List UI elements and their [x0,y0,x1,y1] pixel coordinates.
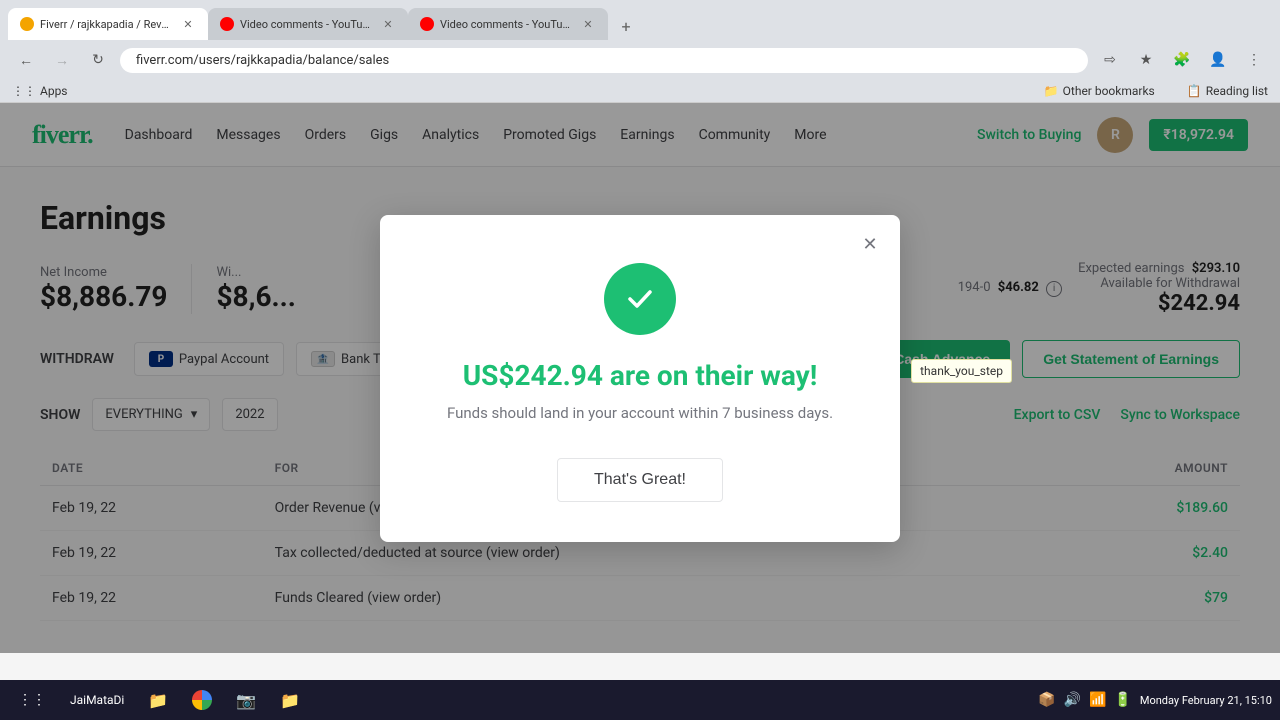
tab-close-3[interactable]: ✕ [580,16,596,32]
bookmark-apps[interactable]: ⋮⋮ Apps [12,84,68,98]
dropbox-icon[interactable]: 📦 [1038,692,1055,708]
files-icon: 📁 [280,691,300,710]
apps-icon: ⋮⋮ [12,84,36,98]
reading-list-icon: 📋 [1187,84,1202,98]
chrome-icon [192,690,212,710]
time-display: Monday February 21, 15:10 [1140,694,1272,707]
browser-chrome: Fiverr / rajkkapadia / Revenu... ✕ Video… [0,0,1280,103]
tab-title-1: Fiverr / rajkkapadia / Revenu... [40,18,174,31]
apps-label: Apps [40,84,68,98]
browser-tabs: Fiverr / rajkkapadia / Revenu... ✕ Video… [0,0,1280,40]
tab-favicon-2 [220,17,234,31]
modal-title: US$242.94 are on their way! [420,359,860,392]
account-icon[interactable]: 👤 [1204,46,1232,74]
modal-overlay[interactable]: ✕ US$242.94 are on their way! Funds shou… [0,103,1280,653]
grid-icon: ⋮⋮ [18,692,46,708]
taskbar-start-grid[interactable]: ⋮⋮ [8,688,56,712]
folder-icon: 📁 [1044,84,1059,98]
tab-favicon-3 [420,17,434,31]
taskbar-username: JaiMataDi [70,693,124,707]
tab-favicon-1 [20,17,34,31]
cast-icon[interactable]: ⇨ [1096,46,1124,74]
speaker-icon[interactable]: 🔊 [1064,692,1081,708]
taskbar-files[interactable]: 📁 [270,687,310,714]
camera-icon: 📷 [236,691,256,710]
other-bookmarks-label: Other bookmarks [1063,84,1155,98]
browser-tab-1[interactable]: Fiverr / rajkkapadia / Revenu... ✕ [8,8,208,40]
menu-icon[interactable]: ⋮ [1240,46,1268,74]
bookmark-icon[interactable]: ★ [1132,46,1160,74]
reading-list-link[interactable]: 📋 Reading list [1187,84,1268,98]
bookmarks-bar: ⋮⋮ Apps 📁 Other bookmarks 📋 Reading list [0,80,1280,103]
back-button[interactable]: ← [12,46,40,74]
tab-title-3: Video comments - YouTube S... [440,18,574,31]
thats-great-button[interactable]: That's Great! [557,458,723,502]
taskbar: ⋮⋮ JaiMataDi 📁 📷 📁 📦 🔊 📶 🔋 Monday Februa… [0,680,1280,720]
clock: Monday February 21, 15:10 [1140,694,1272,707]
other-bookmarks-link[interactable]: 📁 Other bookmarks [1044,84,1155,98]
browser-nav-bar: ← → ↻ fiverr.com/users/rajkkapadia/balan… [0,40,1280,80]
new-tab-button[interactable]: + [612,12,640,40]
taskbar-user[interactable]: JaiMataDi [60,689,134,711]
folder-icon: 📁 [148,691,168,710]
reading-list-label: Reading list [1206,84,1268,98]
battery-icon[interactable]: 🔋 [1114,692,1131,708]
tab-close-2[interactable]: ✕ [380,16,396,32]
modal: ✕ US$242.94 are on their way! Funds shou… [380,215,900,542]
address-bar[interactable]: fiverr.com/users/rajkkapadia/balance/sal… [120,48,1088,73]
reload-button[interactable]: ↻ [84,46,112,74]
success-icon [604,263,676,335]
taskbar-right: 📦 🔊 📶 🔋 Monday February 21, 15:10 [1038,692,1272,708]
browser-tab-2[interactable]: Video comments - YouTube S... ✕ [208,8,408,40]
forward-button[interactable]: → [48,46,76,74]
browser-tab-3[interactable]: Video comments - YouTube S... ✕ [408,8,608,40]
taskbar-folder[interactable]: 📁 [138,687,178,714]
modal-close-button[interactable]: ✕ [856,231,884,259]
network-icon[interactable]: 📶 [1089,692,1106,708]
extensions-icon[interactable]: 🧩 [1168,46,1196,74]
tab-close-1[interactable]: ✕ [180,16,196,32]
taskbar-chrome[interactable] [182,686,222,714]
address-url: fiverr.com/users/rajkkapadia/balance/sal… [136,53,389,68]
tab-title-2: Video comments - YouTube S... [240,18,374,31]
tooltip: thank_you_step [911,359,1012,383]
taskbar-camera[interactable]: 📷 [226,687,266,714]
page-wrapper: fiverr. Dashboard Messages Orders Gigs A… [0,103,1280,653]
modal-subtitle: Funds should land in your account within… [420,404,860,422]
